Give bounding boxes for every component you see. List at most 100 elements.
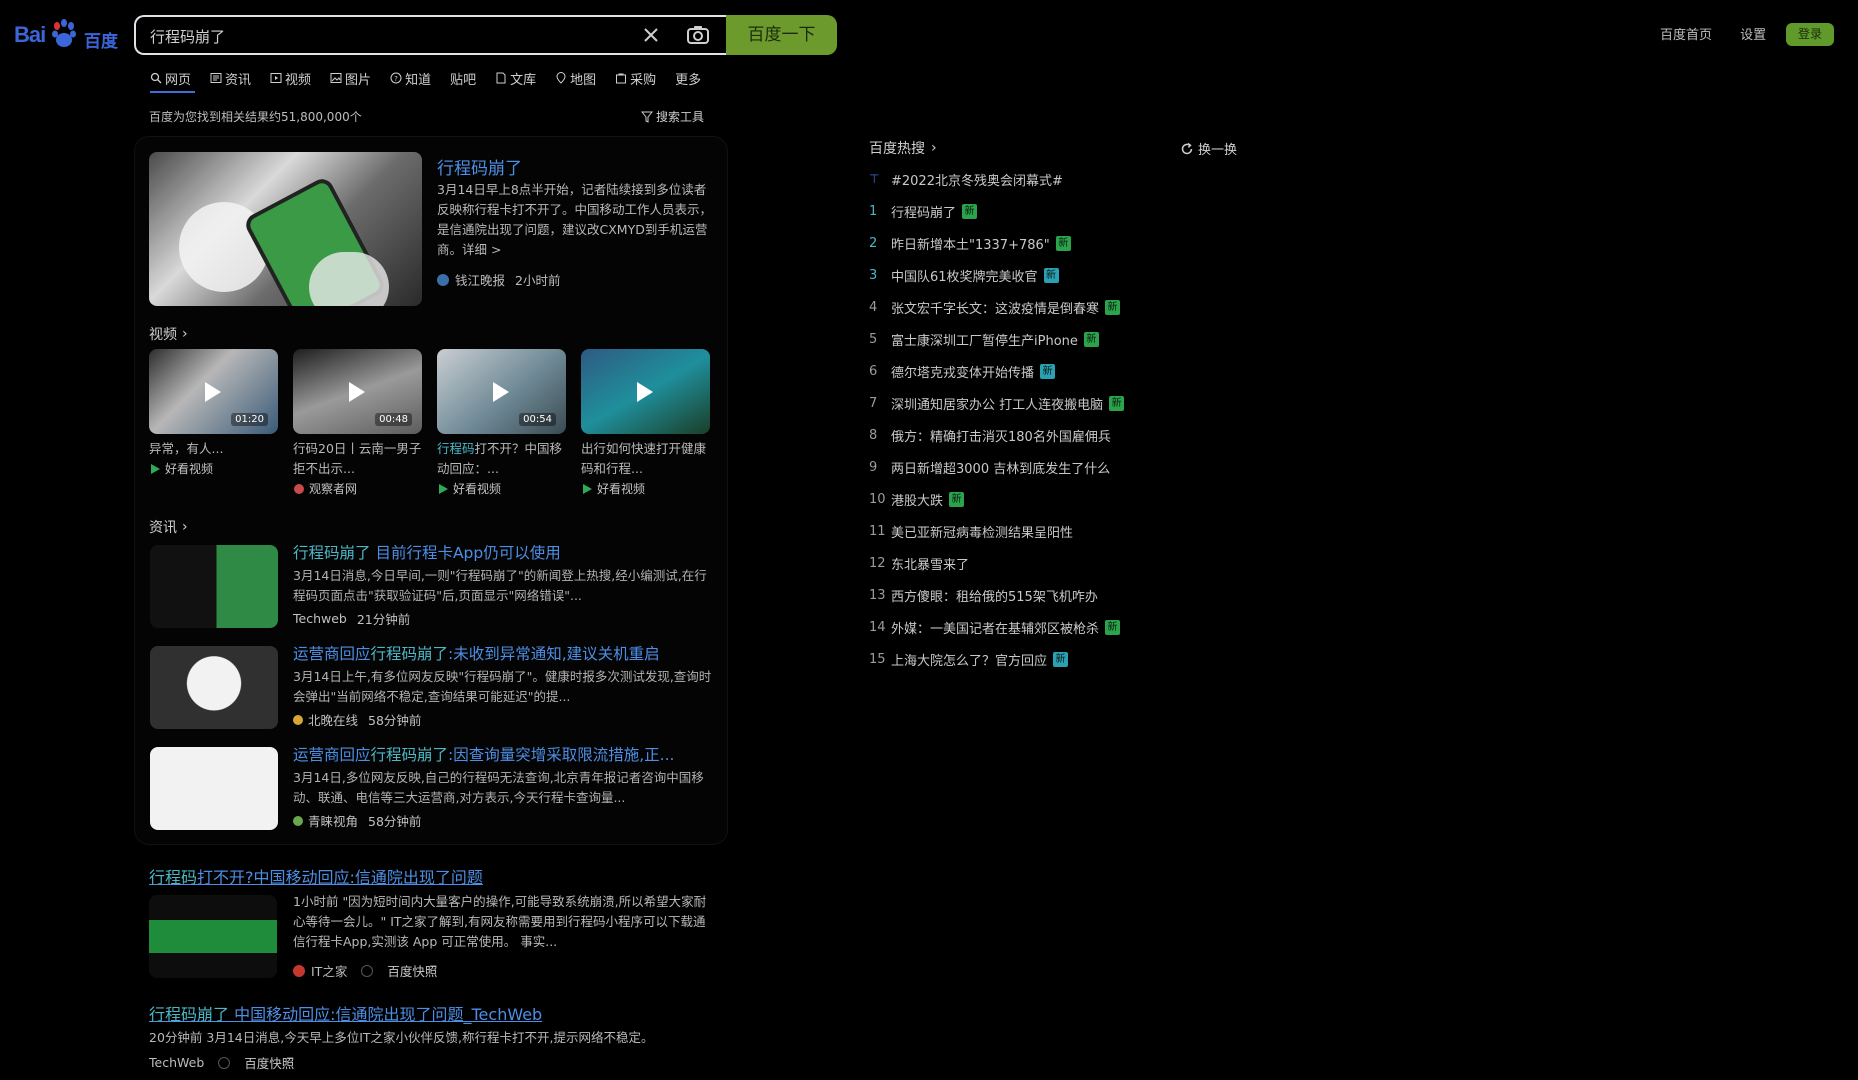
news-thumbnail[interactable] — [150, 747, 278, 830]
news-title[interactable]: 运营商回应行程码崩了:未收到异常通知,建议关机重启 — [293, 642, 660, 664]
video-title[interactable]: 异常，有人... — [149, 439, 278, 459]
news-title-text: :因查询量突增采取限流措施,正... — [448, 746, 675, 764]
cache-link[interactable]: 百度快照 — [387, 961, 437, 980]
hot-list-item[interactable]: 11 美已亚新冠病毒检测结果呈阳性 — [869, 521, 1073, 541]
new-badge: 新 — [1053, 651, 1069, 667]
hot-list-item[interactable]: 9 两日新增超3000 吉林到底发生了什么 — [869, 457, 1110, 477]
news-desc: 3月14日,多位网友反映,自己的行程码无法查询,北京青年报记者咨询中国移动、联通… — [293, 770, 704, 805]
play-icon — [205, 382, 221, 402]
video-thumbnail[interactable]: 00:48 — [293, 349, 422, 434]
video-thumbnail[interactable]: 01:20 — [149, 349, 278, 434]
tab-map[interactable]: 地图 — [555, 68, 596, 88]
source-name: 钱江晚报 — [455, 273, 506, 288]
svg-text:?: ? — [394, 75, 398, 83]
video-source: 观察者网 — [293, 480, 422, 497]
tab-tieba[interactable]: 贴吧 — [450, 68, 476, 88]
search-tabs: 网页 资讯 视频 图片 ? 知道 贴吧 文库 地图 采购 更多 — [150, 68, 720, 88]
camera-icon[interactable] — [686, 24, 710, 46]
video-thumbnail[interactable] — [581, 349, 710, 434]
hot-list-item[interactable]: 1 行程码崩了新 — [869, 201, 978, 221]
video-source-name: 好看视频 — [453, 482, 502, 496]
result-title[interactable]: 行程码崩了 中国移动回应:信通院出现了问题_TechWeb — [149, 1001, 542, 1025]
video-title-text: 异常，有人... — [149, 441, 224, 456]
video-title[interactable]: 行程码打不开？中国移动回应：... — [437, 439, 566, 479]
chevron-right-icon: › — [931, 140, 937, 156]
hot-list-item[interactable]: 8 俄方：精确打击消灭180名外国雇佣兵 — [869, 425, 1111, 445]
news-source: 青睐视角 58分钟前 — [293, 811, 421, 830]
hot-list-item[interactable]: 6 德尔塔克戎变体开始传播新 — [869, 361, 1056, 381]
chevron-right-icon: › — [182, 326, 188, 342]
hot-list-item[interactable]: 10 港股大跌新 — [869, 489, 965, 509]
hot-rank: 3 — [869, 267, 878, 283]
tab-web[interactable]: 网页 — [150, 68, 191, 88]
hot-list-item[interactable]: 5 富士康深圳工厂暂停生产iPhone 新 — [869, 329, 1099, 349]
tab-images[interactable]: 图片 — [330, 68, 371, 88]
refresh-button[interactable]: 换一换 — [1180, 139, 1237, 158]
news-source: 北晚在线 58分钟前 — [293, 710, 421, 729]
homepage-link[interactable]: 百度首页 — [1660, 28, 1712, 43]
tab-zhidao[interactable]: ? 知道 — [390, 68, 431, 88]
hot-list-item[interactable]: 3 中国队61枚奖牌完美收官新 — [869, 265, 1059, 285]
news-thumbnail[interactable] — [150, 545, 278, 628]
new-badge: 新 — [1109, 395, 1125, 411]
section-label-text: 视频 — [149, 327, 177, 343]
search-input[interactable]: 行程码崩了 — [134, 15, 728, 55]
settings-link[interactable]: 设置 — [1740, 28, 1766, 43]
news-section-label[interactable]: 资讯 › — [149, 517, 188, 537]
source-time: 2小时前 — [515, 273, 561, 288]
baidu-logo[interactable]: Bai 百度 — [14, 18, 120, 52]
video-item[interactable]: 01:20 异常，有人... 好看视频 — [149, 349, 278, 477]
hot-list-title[interactable]: 百度热搜 › — [869, 138, 937, 158]
hot-list-item[interactable]: 13 西方傻眼：租给俄的515架飞机咋办 — [869, 585, 1098, 605]
video-duration: 00:48 — [375, 413, 412, 426]
pin-icon: ⊤ — [869, 172, 880, 186]
news-title[interactable]: 行程码崩了 目前行程卡App仍可以使用 — [293, 541, 561, 563]
hot-item-text: 西方傻眼：租给俄的515架飞机咋办 — [891, 589, 1098, 605]
cache-link[interactable]: 百度快照 — [244, 1053, 294, 1072]
tab-news[interactable]: 资讯 — [210, 68, 251, 88]
hot-item-text: 两日新增超3000 吉林到底发生了什么 — [891, 461, 1111, 477]
video-item[interactable]: 00:54 行程码打不开？中国移动回应：... 好看视频 — [437, 349, 566, 497]
video-title[interactable]: 行码20日丨云南一男子拒不出示... — [293, 439, 422, 479]
hot-rank: 14 — [869, 619, 886, 635]
search-tools-button[interactable]: 搜索工具 — [641, 108, 704, 125]
hot-list-item[interactable]: ⊤ #2022北京冬残奥会闭幕式# — [869, 169, 1063, 189]
result-desc: 20分钟前 3月14日消息,今天早上多位IT之家小伙伴反馈,称行程卡打不开,提示… — [149, 1027, 654, 1046]
hot-item-text: 行程码崩了 — [891, 205, 957, 221]
news-item[interactable]: 运营商回应行程码崩了:因查询量突增采取限流措施,正... 3月14日,多位网友反… — [150, 743, 715, 831]
video-item[interactable]: 出行如何快速打开健康码和行程... 好看视频 — [581, 349, 710, 497]
main-news-thumbnail[interactable] — [149, 152, 422, 306]
video-section-label[interactable]: 视频 › — [149, 324, 188, 344]
video-item[interactable]: 00:48 行码20日丨云南一男子拒不出示... 观察者网 — [293, 349, 422, 497]
login-button[interactable]: 登录 — [1786, 23, 1834, 46]
hot-list-item[interactable]: 15 上海大院怎么了？官方回应新 — [869, 649, 1069, 669]
hot-list-item[interactable]: 12 东北暴雪来了 — [869, 553, 969, 573]
guanchazhe-icon — [294, 483, 304, 494]
tab-video[interactable]: 视频 — [270, 68, 311, 88]
tab-shop[interactable]: 采购 — [615, 68, 656, 88]
tab-more[interactable]: 更多 — [675, 68, 701, 88]
hot-list-item[interactable]: 14 外媒：一美国记者在基辅郊区被枪杀新 — [869, 617, 1121, 637]
hot-list-item[interactable]: 2 昨日新增本土"1337+786" 新 — [869, 233, 1071, 253]
hot-list-item[interactable]: 4 张文宏千字长文：这波疫情是倒春寒新 — [869, 297, 1121, 317]
news-item[interactable]: 行程码崩了 目前行程卡App仍可以使用 3月14日消息,今日早间,一则"行程码崩… — [150, 541, 715, 629]
main-news-title[interactable]: 行程码崩了 — [437, 154, 522, 179]
result-title[interactable]: 行程码打不开?中国移动回应:信通院出现了问题 — [149, 864, 483, 888]
video-icon — [270, 73, 282, 83]
news-title[interactable]: 运营商回应行程码崩了:因查询量突增采取限流措施,正... — [293, 743, 674, 765]
source-logo-icon — [293, 815, 303, 826]
search-button[interactable]: 百度一下 — [726, 15, 837, 55]
video-title[interactable]: 出行如何快速打开健康码和行程... — [581, 439, 710, 479]
tab-wenku[interactable]: 文库 — [495, 68, 536, 88]
video-thumbnail[interactable]: 00:54 — [437, 349, 566, 434]
news-title-highlight: 行程码崩了 — [370, 746, 449, 764]
close-icon[interactable] — [640, 24, 662, 46]
result-thumbnail[interactable] — [149, 895, 277, 978]
news-item[interactable]: 运营商回应行程码崩了:未收到异常通知,建议关机重启 3月14日上午,有多位网友反… — [150, 642, 715, 730]
news-thumbnail[interactable] — [150, 646, 278, 729]
hot-item-text: #2022北京冬残奥会闭幕式# — [891, 173, 1063, 189]
hot-rank: 2 — [869, 235, 878, 251]
hot-list-item[interactable]: 7 深圳通知居家办公 打工人连夜搬电脑新 — [869, 393, 1125, 413]
new-badge: 新 — [962, 203, 978, 219]
hot-item-text: 张文宏千字长文：这波疫情是倒春寒 — [891, 301, 1100, 317]
